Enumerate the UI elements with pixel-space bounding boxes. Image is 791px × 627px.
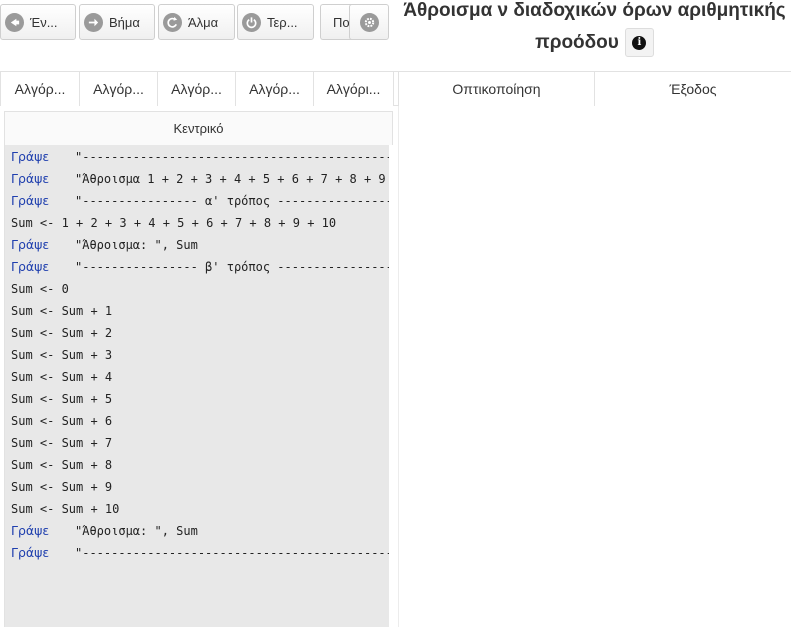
code-editor[interactable]: Γράψε "----------------------------------…	[4, 145, 389, 627]
code-text: "---------------------------------------…	[75, 150, 389, 164]
title-line-2: προόδου	[535, 31, 619, 53]
code-line: Γράψε "---------------- β' τρόπος -------…	[11, 256, 389, 278]
code-keyword: Γράψε	[11, 237, 50, 252]
rewind-icon	[5, 12, 24, 32]
code-text: Sum <- Sum + 7	[11, 436, 113, 450]
code-text: Sum <- 0	[11, 282, 69, 296]
code-keyword: Γράψε	[11, 171, 50, 186]
tab-visualization[interactable]: Οπτικοποίηση	[398, 72, 595, 106]
stop-button[interactable]: Τερ...	[237, 4, 314, 40]
code-line: Γράψε "----------------------------------…	[11, 146, 389, 168]
code-line: Γράψε "---------------- α' τρόπος -------…	[11, 190, 389, 212]
code-line: Sum <- Sum + 10	[11, 498, 389, 520]
code-line: Sum <- Sum + 6	[11, 410, 389, 432]
code-keyword: Γράψε	[11, 523, 50, 538]
tab-output[interactable]: Έξοδος	[595, 72, 791, 106]
code-text: "---------------- β' τρόπος ------------…	[75, 260, 389, 274]
tab-algorithm-5[interactable]: Αλγόρι...	[314, 72, 394, 106]
code-keyword: Γράψε	[11, 193, 50, 208]
gear-icon	[359, 12, 379, 32]
tab-central[interactable]: Κεντρικό	[4, 111, 393, 145]
code-text: Sum <- Sum + 8	[11, 458, 113, 472]
settings-button[interactable]	[349, 4, 389, 40]
tab-algorithm-3[interactable]: Αλγόρ...	[158, 72, 236, 106]
redo-icon	[163, 12, 182, 32]
more-label: Πο	[333, 14, 350, 30]
title-line-1: Άθροισμα ν διαδοχικών όρων αριθμητικής	[403, 0, 786, 21]
code-keyword: Γράψε	[11, 149, 50, 164]
code-line: Γράψε "Άθροισμα 1 + 2 + 3 + 4 + 5 + 6 + 7…	[11, 168, 389, 190]
code-line: Sum <- Sum + 5	[11, 388, 389, 410]
tab-algorithm-4[interactable]: Αλγόρ...	[236, 72, 314, 106]
stop-label: Τερ...	[267, 14, 298, 30]
code-text: Sum <- Sum + 6	[11, 414, 113, 428]
more-button[interactable]: Πο	[320, 4, 352, 40]
tab-algorithm-2[interactable]: Αλγόρ...	[80, 72, 158, 106]
code-keyword: Γράψε	[11, 545, 50, 560]
tabs-row: Αλγόρ... Αλγόρ... Αλγόρ... Αλγόρ... Αλγό…	[0, 71, 791, 106]
code-line: Sum <- Sum + 4	[11, 366, 389, 388]
arrow-right-icon	[84, 12, 103, 32]
tab-algorithm-1[interactable]: Αλγόρ...	[0, 72, 80, 106]
code-line: Γράψε "Άθροισμα: ", Sum	[11, 520, 389, 542]
code-line: Sum <- Sum + 9	[11, 476, 389, 498]
code-text: Sum <- Sum + 10	[11, 502, 120, 516]
power-icon	[242, 12, 261, 32]
code-keyword: Γράψε	[11, 259, 50, 274]
code-text: "---------------- α' τρόπος ------------…	[75, 194, 389, 208]
output-panel	[398, 106, 791, 627]
step-back-button[interactable]: Έν...	[0, 4, 76, 40]
code-text: Sum <- Sum + 5	[11, 392, 113, 406]
jump-button[interactable]: Άλμα	[158, 4, 235, 40]
info-button[interactable]: i	[624, 28, 654, 57]
code-line: Sum <- Sum + 1	[11, 300, 389, 322]
code-line: Sum <- 1 + 2 + 3 + 4 + 5 + 6 + 7 + 8 + 9…	[11, 212, 389, 234]
step-back-label: Έν...	[30, 14, 58, 30]
program-title: Άθροισμα ν διαδοχικών όρων αριθμητικής π…	[398, 0, 791, 57]
code-text: "Άθροισμα 1 + 2 + 3 + 4 + 5 + 6 + 7 + 8 …	[75, 172, 389, 186]
code-line: Sum <- 0	[11, 278, 389, 300]
code-line: Γράψε "----------------------------------…	[11, 542, 389, 564]
step-label: Βήμα	[109, 14, 140, 30]
code-text: "Άθροισμα: ", Sum	[75, 238, 198, 252]
info-icon: i	[632, 35, 647, 50]
jump-label: Άλμα	[188, 14, 219, 30]
code-text: Sum <- Sum + 3	[11, 348, 113, 362]
code-line: Sum <- Sum + 2	[11, 322, 389, 344]
code-line: Sum <- Sum + 3	[11, 344, 389, 366]
step-button[interactable]: Βήμα	[79, 4, 155, 40]
code-text: "---------------------------------------…	[75, 546, 389, 560]
code-line: Γράψε "Άθροισμα: ", Sum	[11, 234, 389, 256]
code-text: Sum <- 1 + 2 + 3 + 4 + 5 + 6 + 7 + 8 + 9…	[11, 216, 337, 230]
code-text: Sum <- Sum + 1	[11, 304, 113, 318]
code-text: Sum <- Sum + 4	[11, 370, 113, 384]
code-text: Sum <- Sum + 9	[11, 480, 113, 494]
code-text: Sum <- Sum + 2	[11, 326, 113, 340]
code-text: "Άθροισμα: ", Sum	[75, 524, 198, 538]
toolbar: Έν... Βήμα Άλμα Τερ... Πο	[0, 0, 392, 42]
code-line: Sum <- Sum + 7	[11, 432, 389, 454]
code-line: Sum <- Sum + 8	[11, 454, 389, 476]
